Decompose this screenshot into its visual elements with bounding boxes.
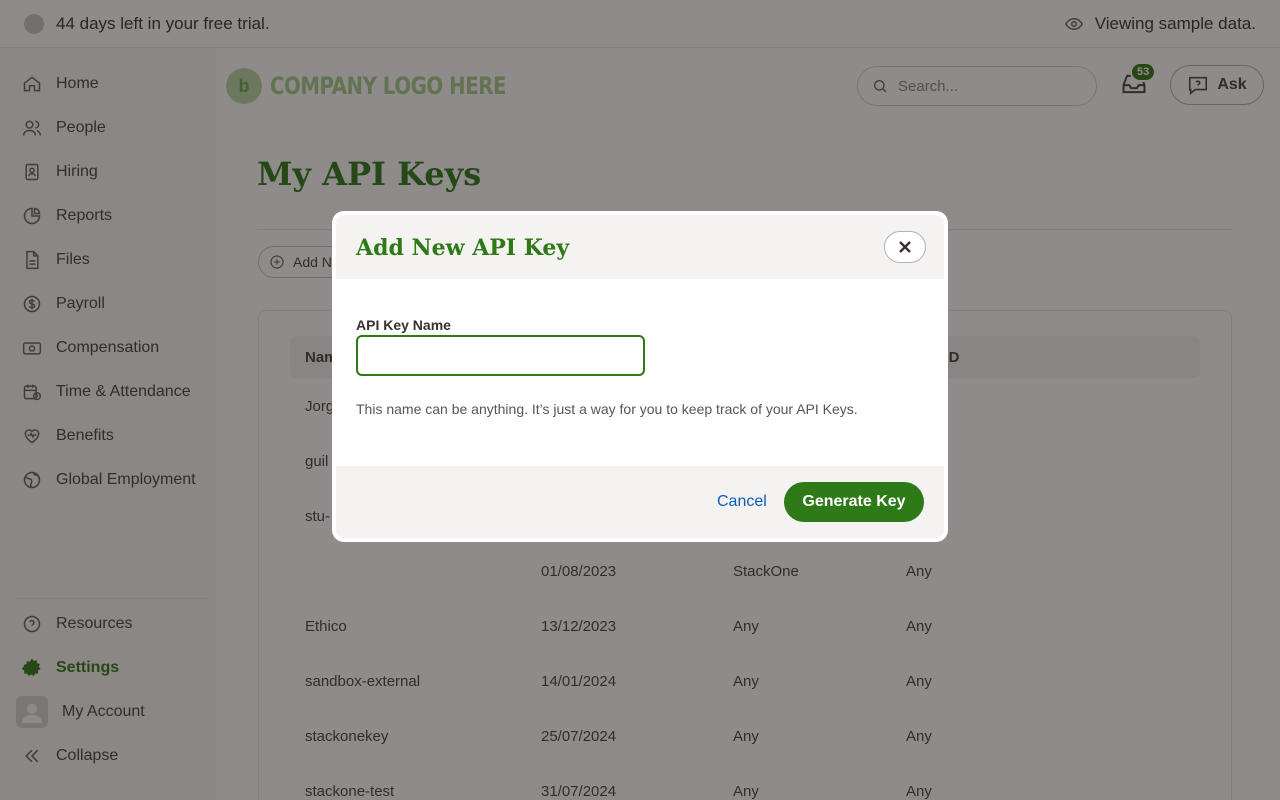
close-icon <box>899 241 911 253</box>
api-key-name-label: API Key Name <box>356 317 451 333</box>
close-button[interactable] <box>884 231 926 263</box>
api-key-name-help: This name can be anything. It’s just a w… <box>356 401 858 417</box>
dialog-title: Add New API Key <box>356 235 570 261</box>
add-api-key-dialog: Add New API Key API Key Name This name c… <box>332 211 948 542</box>
generate-key-button[interactable]: Generate Key <box>784 482 924 522</box>
cancel-button[interactable]: Cancel <box>717 493 767 511</box>
api-key-name-input[interactable] <box>356 335 645 376</box>
